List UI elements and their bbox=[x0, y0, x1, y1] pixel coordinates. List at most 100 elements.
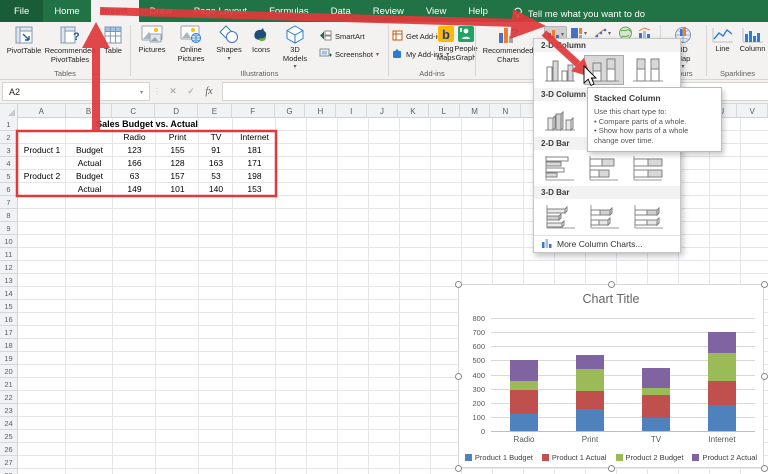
3d-models-button[interactable]: 3D Models ▾ bbox=[277, 25, 313, 70]
table-button[interactable]: Table bbox=[98, 25, 128, 56]
cell-E4[interactable]: 163 bbox=[199, 157, 233, 170]
name-box[interactable]: A2 ▾ bbox=[2, 82, 150, 101]
column-header-V[interactable]: V bbox=[737, 104, 768, 118]
row-header-28[interactable]: 28 bbox=[0, 469, 18, 474]
icons-button[interactable]: Icons bbox=[247, 25, 275, 55]
smartart-button[interactable]: SmartArt bbox=[319, 30, 365, 43]
row-header-24[interactable]: 24 bbox=[0, 417, 18, 430]
name-box-caret-icon[interactable]: ▾ bbox=[140, 89, 143, 96]
cell-F5[interactable]: 198 bbox=[233, 170, 276, 183]
column-header-K[interactable]: K bbox=[398, 104, 429, 118]
cell-E3[interactable]: 91 bbox=[199, 144, 233, 157]
row-header-15[interactable]: 15 bbox=[0, 300, 18, 313]
recommended-charts-button[interactable]: ? Recommended Charts bbox=[478, 25, 538, 64]
tab-view[interactable]: View bbox=[415, 0, 457, 22]
tab-insert[interactable]: Insert bbox=[91, 0, 139, 22]
column-header-A[interactable]: A bbox=[18, 104, 66, 118]
stacked-column-option[interactable] bbox=[584, 55, 624, 85]
row-header-2[interactable]: 2 bbox=[0, 131, 18, 144]
row-header-12[interactable]: 12 bbox=[0, 261, 18, 274]
insert-function-icon[interactable]: fx bbox=[200, 86, 218, 97]
cell-E5[interactable]: 53 bbox=[199, 170, 233, 183]
online-pictures-button[interactable]: Online Pictures bbox=[172, 25, 210, 63]
tab-review[interactable]: Review bbox=[362, 0, 415, 22]
cell-C6[interactable]: 149 bbox=[113, 183, 156, 196]
cell-C3[interactable]: 123 bbox=[113, 144, 156, 157]
row-header-23[interactable]: 23 bbox=[0, 404, 18, 417]
column-header-L[interactable]: L bbox=[429, 104, 460, 118]
cell-B3[interactable]: Budget bbox=[66, 144, 113, 157]
chart-selection-handle[interactable] bbox=[761, 373, 768, 380]
cell-D2[interactable]: Print bbox=[156, 131, 199, 144]
tab-formulas[interactable]: Formulas bbox=[258, 0, 320, 22]
cell-C4[interactable]: 166 bbox=[113, 157, 156, 170]
tab-data[interactable]: Data bbox=[320, 0, 362, 22]
tell-me-box[interactable]: Tell me what you want to do bbox=[513, 7, 645, 22]
chart-selection-handle[interactable] bbox=[455, 465, 462, 472]
row-header-25[interactable]: 25 bbox=[0, 430, 18, 443]
clustered-bar-option[interactable] bbox=[540, 153, 580, 183]
cell-D6[interactable]: 101 bbox=[156, 183, 199, 196]
column-header-F[interactable]: F bbox=[232, 104, 275, 118]
cell-D5[interactable]: 157 bbox=[156, 170, 199, 183]
tab-home[interactable]: Home bbox=[43, 0, 90, 22]
cell-D4[interactable]: 128 bbox=[156, 157, 199, 170]
cell-B6[interactable]: Actual bbox=[66, 183, 113, 196]
row-header-7[interactable]: 7 bbox=[0, 196, 18, 209]
stacked-bar-option[interactable] bbox=[584, 153, 624, 183]
cell-F4[interactable]: 171 bbox=[233, 157, 276, 170]
more-column-charts-item[interactable]: More Column Charts... bbox=[534, 235, 680, 252]
chart-selection-handle[interactable] bbox=[761, 281, 768, 288]
cell-E6[interactable]: 140 bbox=[199, 183, 233, 196]
row-header-4[interactable]: 4 bbox=[0, 157, 18, 170]
shapes-button[interactable]: Shapes ▾ bbox=[213, 25, 245, 62]
row-header-8[interactable]: 8 bbox=[0, 209, 18, 222]
column-header-N[interactable]: N bbox=[490, 104, 521, 118]
tab-help[interactable]: Help bbox=[457, 0, 499, 22]
row-header-11[interactable]: 11 bbox=[0, 248, 18, 261]
tab-file[interactable]: File bbox=[0, 0, 43, 22]
cell-A5[interactable]: Product 2 bbox=[18, 170, 66, 183]
column-header-G[interactable]: G bbox=[275, 104, 306, 118]
chart-selection-handle[interactable] bbox=[455, 281, 462, 288]
3d-clustered-bar-option[interactable] bbox=[540, 202, 580, 232]
enter-icon[interactable]: ✓ bbox=[182, 86, 200, 97]
row-header-10[interactable]: 10 bbox=[0, 235, 18, 248]
cell-F6[interactable]: 153 bbox=[233, 183, 276, 196]
row-header-17[interactable]: 17 bbox=[0, 326, 18, 339]
3d-clustered-column-option[interactable] bbox=[540, 104, 580, 134]
column-header-E[interactable]: E bbox=[198, 104, 232, 118]
100-stacked-bar-option[interactable] bbox=[628, 153, 668, 183]
cell-A3[interactable]: Product 1 bbox=[18, 144, 66, 157]
row-header-3[interactable]: 3 bbox=[0, 144, 18, 157]
tab-draw[interactable]: Draw bbox=[139, 0, 183, 22]
cell-D3[interactable]: 155 bbox=[156, 144, 199, 157]
cell-A1[interactable]: Sales Budget vs. Actual bbox=[18, 118, 276, 131]
cancel-icon[interactable]: ✕ bbox=[164, 86, 182, 97]
row-header-16[interactable]: 16 bbox=[0, 313, 18, 326]
column-header-J[interactable]: J bbox=[367, 104, 398, 118]
column-header-B[interactable]: B bbox=[66, 104, 113, 118]
row-header-9[interactable]: 9 bbox=[0, 222, 18, 235]
row-header-26[interactable]: 26 bbox=[0, 443, 18, 456]
chart-selection-handle[interactable] bbox=[608, 281, 615, 288]
row-header-27[interactable]: 27 bbox=[0, 456, 18, 469]
chart-title[interactable]: Chart Title bbox=[459, 292, 763, 306]
chart-selection-handle[interactable] bbox=[455, 373, 462, 380]
cell-F3[interactable]: 181 bbox=[233, 144, 276, 157]
pictures-button[interactable]: Pictures bbox=[134, 25, 170, 55]
cell-B5[interactable]: Budget bbox=[66, 170, 113, 183]
3d-stacked-bar-option[interactable] bbox=[584, 202, 624, 232]
column-header-D[interactable]: D bbox=[155, 104, 198, 118]
row-header-22[interactable]: 22 bbox=[0, 391, 18, 404]
row-header-21[interactable]: 21 bbox=[0, 378, 18, 391]
chart-selection-handle[interactable] bbox=[608, 465, 615, 472]
row-header-5[interactable]: 5 bbox=[0, 170, 18, 183]
row-header-19[interactable]: 19 bbox=[0, 352, 18, 365]
row-header-6[interactable]: 6 bbox=[0, 183, 18, 196]
sparkline-column-button[interactable]: Column bbox=[738, 27, 767, 54]
column-header-M[interactable]: M bbox=[460, 104, 491, 118]
row-header-13[interactable]: 13 bbox=[0, 274, 18, 287]
chart-selection-handle[interactable] bbox=[761, 465, 768, 472]
column-header-I[interactable]: I bbox=[336, 104, 367, 118]
